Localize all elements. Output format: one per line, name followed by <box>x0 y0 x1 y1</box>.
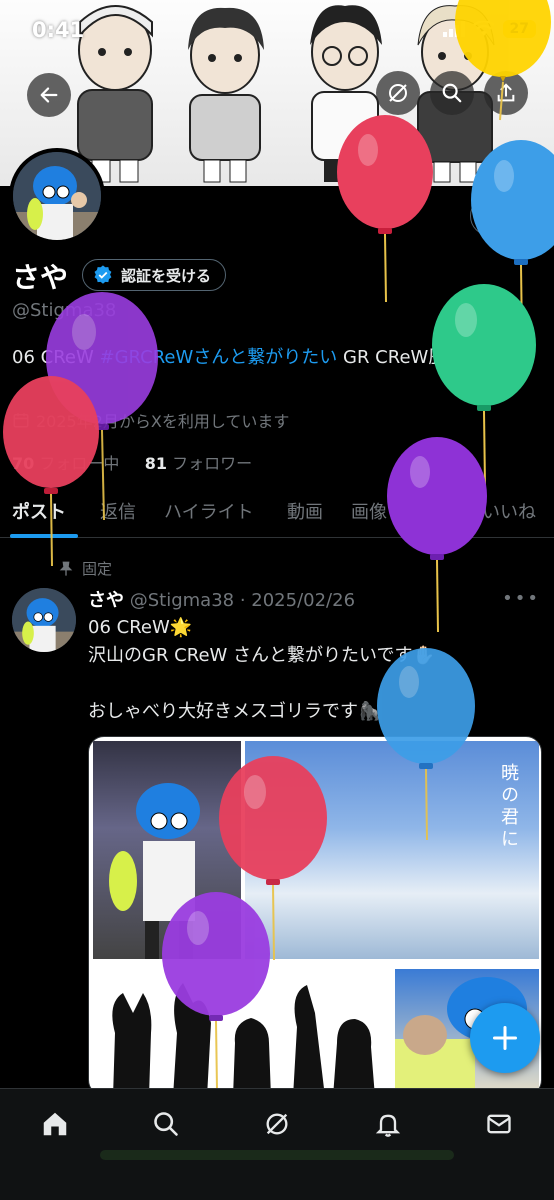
balloon-green <box>432 284 536 487</box>
following-link[interactable]: 70 フォロー中 <box>12 454 119 473</box>
media-caption: 暁の君に <box>498 763 519 851</box>
calendar-icon <box>13 413 29 428</box>
bio-text-suffix: GR CReW歴10年目 <box>337 347 506 368</box>
bio-hashtag[interactable]: #GRCReWさんと繋がりたい <box>100 347 338 368</box>
tweet-avatar[interactable] <box>12 588 76 652</box>
balloon-purple-1 <box>46 292 158 521</box>
following-count: 70 <box>12 454 35 473</box>
avatar-image <box>13 152 101 240</box>
wifi-icon <box>472 21 495 36</box>
profile-bio: 06 CReW #GRCReWさんと繋がりたい GR CReW歴10年目 <box>12 344 542 372</box>
grok-button[interactable] <box>376 71 420 115</box>
plus-icon <box>492 1025 518 1051</box>
followers-label: フォロワー <box>167 454 253 473</box>
status-bar: 0:41 27 <box>0 0 554 60</box>
media-image-1[interactable] <box>93 741 241 959</box>
back-button[interactable] <box>27 73 71 117</box>
share-button[interactable] <box>484 71 528 115</box>
media-image-2[interactable]: 暁の君に <box>245 741 539 959</box>
profile-name: さや <box>12 261 69 294</box>
media-image-3[interactable] <box>93 963 391 1095</box>
followers-count: 81 <box>144 454 168 473</box>
nav-grok[interactable] <box>260 1107 294 1141</box>
nav-search[interactable] <box>149 1107 183 1141</box>
followers-link[interactable]: 81 フォロワー <box>145 454 252 473</box>
search-icon <box>154 1112 178 1136</box>
pinned-label: 固定 <box>82 560 113 578</box>
profile-avatar[interactable] <box>9 148 105 244</box>
tweet-text: 06 CReW🌟 沢山のGR CReW さんと繋がりたいです✋🏻 おしゃべり大好… <box>88 617 435 722</box>
tab-media[interactable]: 画像 <box>351 498 387 524</box>
compose-button[interactable] <box>470 1003 540 1073</box>
tab-highlights[interactable]: ハイライト <box>164 498 254 524</box>
tab-likes[interactable]: いいね <box>482 498 536 524</box>
edit-profile-button[interactable]: 編集 <box>470 196 544 236</box>
tab-posts[interactable]: ポスト <box>12 498 66 524</box>
more-options-icon[interactable]: ••• <box>502 588 540 609</box>
grok-icon <box>266 1113 288 1135</box>
status-indicators: 27 <box>442 20 536 38</box>
pinned-indicator: 固定 <box>58 558 112 579</box>
tab-articles[interactable]: 記事 <box>416 498 452 524</box>
home-icon <box>43 1112 67 1136</box>
tab-replies[interactable]: 返信 <box>100 498 136 524</box>
grok-icon <box>389 84 407 102</box>
active-tab-indicator <box>10 534 78 538</box>
bio-text: 06 CReW <box>12 347 100 368</box>
nav-notifications[interactable] <box>371 1107 405 1141</box>
verified-badge-icon <box>94 265 112 284</box>
signal-icon <box>442 21 465 37</box>
mail-icon <box>487 1114 511 1134</box>
nav-messages[interactable] <box>482 1107 516 1141</box>
tweet-author-name[interactable]: さや <box>88 590 124 611</box>
tweet-header: さや @Stigma38 · 2025/02/26 <box>88 586 355 612</box>
bottom-navigation <box>0 1088 554 1200</box>
search-button[interactable] <box>430 71 474 115</box>
follow-stats: 70 フォロー中 81 フォロワー <box>12 450 252 474</box>
status-time: 0:41 <box>32 18 85 42</box>
home-indicator <box>100 1150 454 1160</box>
nav-home[interactable] <box>38 1107 72 1141</box>
search-icon <box>442 83 462 103</box>
back-arrow-icon <box>40 87 58 103</box>
tab-videos[interactable]: 動画 <box>287 498 323 524</box>
pin-icon <box>59 561 73 576</box>
profile-tabs: ポスト 返信 ハイライト 動画 画像 記事 いいね <box>0 490 554 538</box>
bell-icon <box>375 1114 401 1137</box>
get-verified-label: 認証を受ける <box>121 266 212 285</box>
following-label: フォロー中 <box>34 454 120 473</box>
get-verified-button[interactable]: 認証を受ける <box>82 259 227 291</box>
profile-handle: @Stigma38 <box>12 300 117 321</box>
share-icon <box>497 83 515 102</box>
tweet-meta: @Stigma38 · 2025/02/26 <box>129 590 356 611</box>
battery-indicator: 27 <box>502 20 536 38</box>
join-date-text: 2025年2月からXを利用しています <box>36 412 290 431</box>
join-date: 2025年2月からXを利用しています <box>12 408 289 432</box>
